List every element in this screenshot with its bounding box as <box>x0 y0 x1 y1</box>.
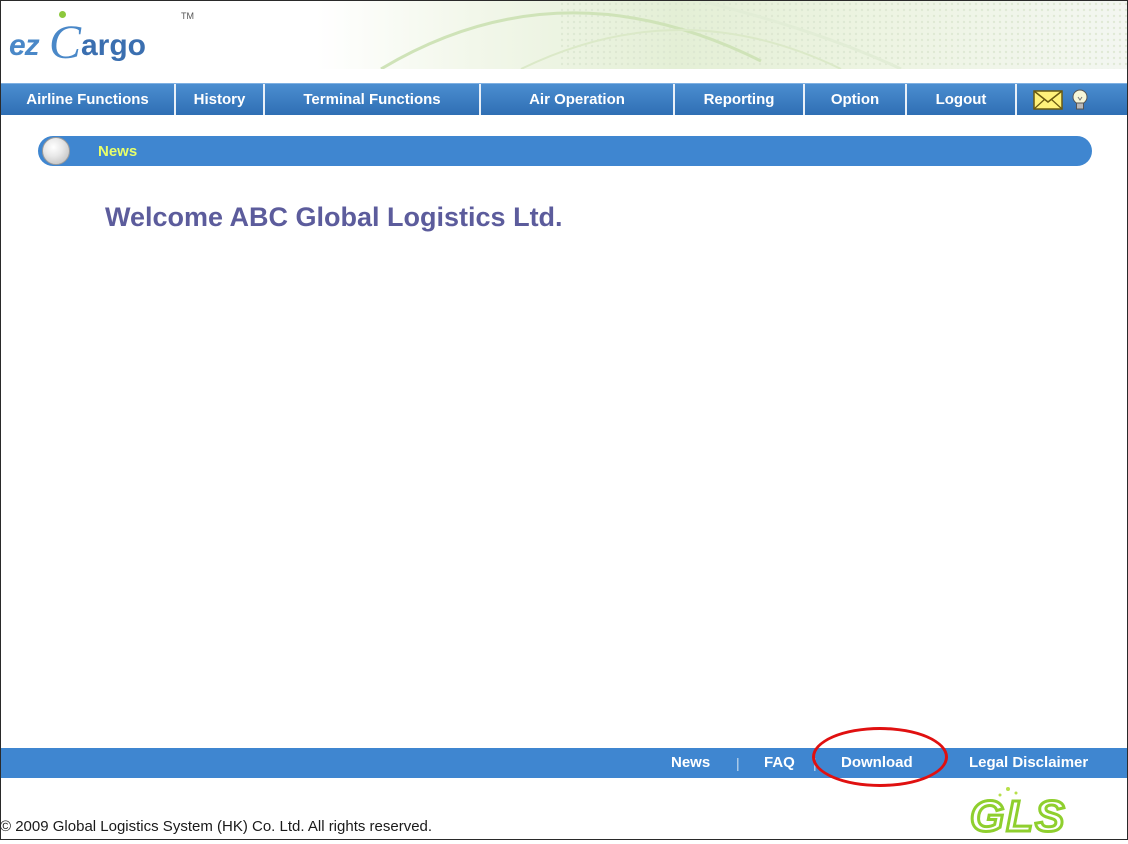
footer-separator: | <box>736 755 740 771</box>
footer-link-news[interactable]: News <box>671 748 710 778</box>
nav-history[interactable]: History <box>176 84 265 115</box>
main-nav: Airline Functions History Terminal Funct… <box>1 83 1127 115</box>
logo-c: C <box>49 16 82 69</box>
footer-link-download[interactable]: Download <box>841 748 913 778</box>
banner-decoration <box>380 1 1127 69</box>
footer-bar: News | FAQ | Download Legal Disclaimer <box>1 748 1127 778</box>
page-frame <box>0 0 1128 840</box>
welcome-message: Welcome ABC Global Logistics Ltd. <box>105 202 563 232</box>
logo-argo: argo <box>81 29 147 62</box>
nav-logout[interactable]: Logout <box>907 84 1017 115</box>
logo-tm: TM <box>181 11 194 21</box>
footer-link-faq[interactable]: FAQ <box>764 748 795 778</box>
nav-reporting[interactable]: Reporting <box>675 84 805 115</box>
copyright-text: © 2009 Global Logistics System (HK) Co. … <box>0 818 433 835</box>
gls-logo-text: GLS <box>970 792 1066 839</box>
news-header-bar: News <box>38 136 1092 166</box>
globe-icon <box>42 137 70 165</box>
header-banner: ez C argo TM <box>1 1 1127 69</box>
news-title: News <box>98 142 138 160</box>
gls-logo: GLS <box>950 783 1120 844</box>
lightbulb-icon[interactable] <box>1071 89 1089 111</box>
nav-terminal-functions[interactable]: Terminal Functions <box>265 84 481 115</box>
nav-option[interactable]: Option <box>805 84 907 115</box>
nav-airline-functions[interactable]: Airline Functions <box>1 84 176 115</box>
footer-link-legal-disclaimer[interactable]: Legal Disclaimer <box>969 748 1088 778</box>
nav-air-operation[interactable]: Air Operation <box>481 84 675 115</box>
nav-icon-group <box>1017 89 1089 111</box>
mail-icon[interactable] <box>1033 89 1063 110</box>
logo-ez: ez <box>9 29 40 62</box>
footer-separator: | <box>813 755 817 771</box>
